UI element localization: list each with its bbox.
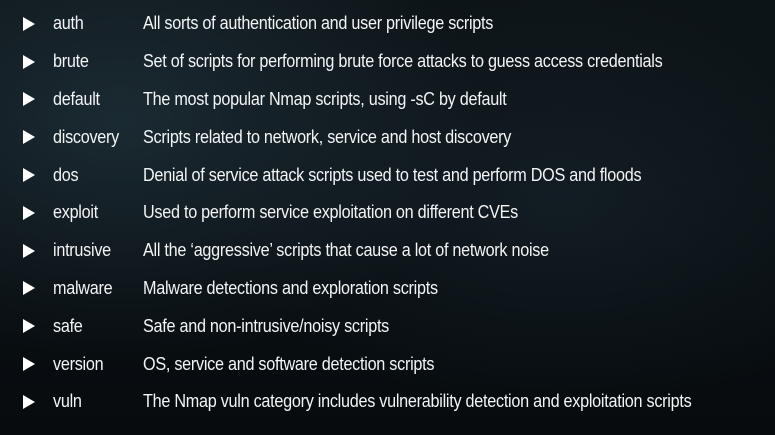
category-name: exploit — [53, 202, 98, 223]
list-item: vuln The Nmap vuln category includes vul… — [0, 383, 775, 421]
category-description: All sorts of authentication and user pri… — [143, 13, 494, 34]
list-item: discovery Scripts related to network, se… — [0, 118, 775, 156]
category-description: The most popular Nmap scripts, using -sC… — [143, 88, 507, 109]
category-name: safe — [53, 315, 83, 336]
category-name: auth — [53, 13, 84, 34]
category-name: intrusive — [53, 240, 111, 261]
bullet-arrow-icon — [23, 281, 35, 296]
list-item: malware Malware detections and explorati… — [0, 270, 775, 308]
bullet-arrow-icon — [23, 130, 35, 145]
category-description: Scripts related to network, service and … — [143, 126, 512, 147]
category-description: Malware detections and exploration scrip… — [143, 277, 438, 298]
bullet-arrow-icon — [23, 16, 35, 31]
category-name: default — [53, 88, 100, 109]
list-item: default The most popular Nmap scripts, u… — [0, 81, 775, 119]
list-item: auth All sorts of authentication and use… — [0, 5, 775, 43]
list-item: intrusive All the ‘aggressive’ scripts t… — [0, 232, 775, 270]
category-description: Denial of service attack scripts used to… — [143, 164, 642, 185]
category-name: version — [53, 353, 104, 374]
bullet-arrow-icon — [23, 319, 35, 334]
bullet-arrow-icon — [23, 168, 35, 183]
list-item: version OS, service and software detecti… — [0, 345, 775, 383]
category-name: vuln — [53, 391, 82, 412]
bullet-arrow-icon — [23, 357, 35, 372]
list-item: dos Denial of service attack scripts use… — [0, 156, 775, 194]
category-description: OS, service and software detection scrip… — [143, 353, 435, 374]
category-name: brute — [53, 51, 89, 72]
category-name: malware — [53, 277, 113, 298]
category-description: Used to perform service exploitation on … — [143, 202, 519, 223]
category-description: Safe and non-intrusive/noisy scripts — [143, 315, 390, 336]
bullet-arrow-icon — [23, 243, 35, 258]
bullet-arrow-icon — [23, 92, 35, 107]
bullet-arrow-icon — [23, 205, 35, 220]
bullet-arrow-icon — [23, 54, 35, 69]
category-name: dos — [53, 164, 79, 185]
category-name: discovery — [53, 126, 119, 147]
bullet-arrow-icon — [23, 394, 35, 409]
script-category-list: auth All sorts of authentication and use… — [0, 5, 775, 421]
list-item: safe Safe and non-intrusive/noisy script… — [0, 307, 775, 345]
category-description: All the ‘aggressive’ scripts that cause … — [143, 240, 549, 261]
category-description: The Nmap vuln category includes vulnerab… — [143, 391, 692, 412]
list-item: exploit Used to perform service exploita… — [0, 194, 775, 232]
list-item: brute Set of scripts for performing brut… — [0, 43, 775, 81]
category-description: Set of scripts for performing brute forc… — [143, 51, 663, 72]
